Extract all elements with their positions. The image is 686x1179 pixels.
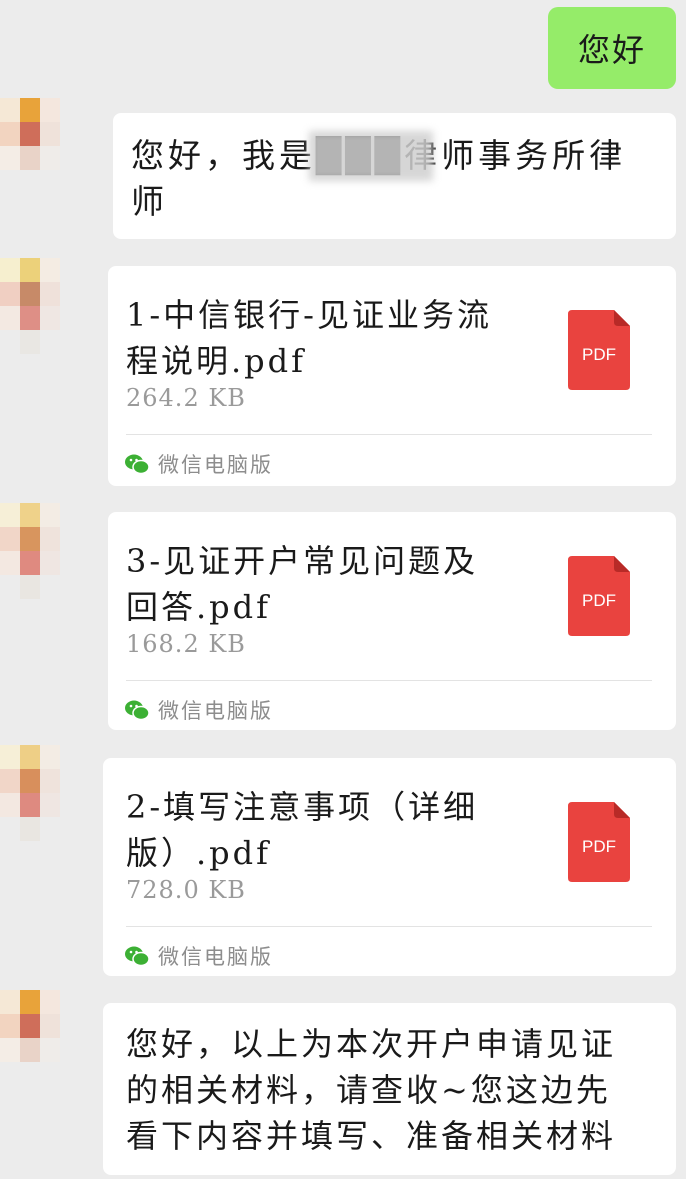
source-text: 微信电脑版 (158, 699, 273, 723)
divider (126, 926, 652, 927)
source-text: 微信电脑版 (158, 453, 273, 477)
contact-avatar[interactable] (0, 258, 60, 354)
pdf-file-icon: PDF (568, 802, 630, 882)
contact-avatar[interactable] (0, 990, 60, 1086)
file-name: 1-中信银行-见证业务流 程说明.pdf (126, 296, 492, 380)
pdf-icon-label: PDF (582, 345, 616, 364)
source-text: 微信电脑版 (158, 945, 273, 969)
divider (126, 434, 652, 435)
contact-avatar[interactable] (0, 503, 60, 599)
pdf-file-icon: PDF (568, 310, 630, 390)
source-label: 微信电脑版 (124, 940, 273, 972)
outgoing-message-bubble[interactable]: 您好 (548, 7, 676, 89)
pdf-icon-label: PDF (582, 837, 616, 856)
source-label: 微信电脑版 (124, 694, 273, 726)
wechat-icon (125, 700, 150, 721)
pdf-icon-label: PDF (582, 591, 616, 610)
file-card[interactable]: 2-填写注意事项（详细 版）.pdf 728.0 KB PDF 微信电脑版 (103, 758, 676, 976)
message-bubble[interactable]: 您好，以上为本次开户申请见证 的相关材料，请查收~您这边先 看下内容并填写、准备… (103, 1003, 676, 1175)
contact-avatar[interactable] (0, 745, 60, 841)
pdf-file-icon: PDF (568, 556, 630, 636)
file-size: 168.2 KB (126, 630, 246, 658)
contact-avatar[interactable] (0, 98, 60, 194)
message-bubble[interactable]: 您好，我是███律师事务所律 师 (113, 113, 676, 239)
outgoing-message-text: 您好 (577, 31, 646, 69)
file-card[interactable]: 1-中信银行-见证业务流 程说明.pdf 264.2 KB PDF 微信电脑版 (108, 266, 676, 486)
file-size: 728.0 KB (126, 876, 246, 904)
divider (126, 680, 652, 681)
message-text: 您好，以上为本次开户申请见证 的相关材料，请查收~您这边先 看下内容并填写、准备… (126, 1025, 617, 1155)
file-name: 3-见证开户常见问题及 回答.pdf (126, 542, 479, 626)
redaction-blur (309, 131, 433, 181)
file-name: 2-填写注意事项（详细 版）.pdf (126, 788, 479, 872)
source-label: 微信电脑版 (124, 448, 273, 480)
file-size: 264.2 KB (126, 384, 246, 412)
file-card[interactable]: 3-见证开户常见问题及 回答.pdf 168.2 KB PDF 微信电脑版 (108, 512, 676, 730)
wechat-icon (125, 946, 150, 967)
wechat-icon (125, 454, 150, 475)
